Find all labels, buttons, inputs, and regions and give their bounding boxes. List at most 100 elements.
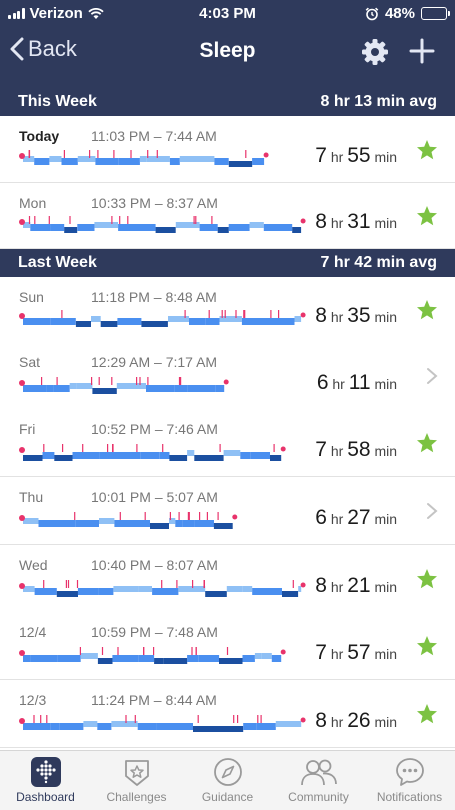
hr-unit: hr — [330, 149, 344, 165]
min-unit: min — [374, 149, 397, 165]
hr-unit: hr — [332, 376, 345, 392]
row-day: Sun — [19, 289, 44, 305]
chat-icon — [395, 758, 424, 786]
gear-icon[interactable] — [361, 38, 389, 66]
sleep-log-row[interactable]: 12/4 10:59 PM – 7:48 AM 7 hr 57 min — [0, 612, 455, 680]
tab-label: Guidance — [201, 790, 254, 804]
section-avg: 8 hr 13 min avg — [320, 93, 438, 110]
goal-met-badge — [416, 568, 438, 595]
duration-minutes: 26 — [347, 709, 371, 732]
sleep-log-row[interactable]: 12/3 11:24 PM – 8:44 AM 8 hr 26 min — [0, 680, 455, 748]
min-unit: min — [374, 646, 397, 662]
row-time-range: 10:59 PM – 7:48 AM — [91, 624, 218, 640]
duration-minutes: 55 — [347, 144, 371, 167]
status-right: 48% — [365, 5, 450, 22]
duration-hours: 6 — [315, 506, 327, 529]
sleep-log-row[interactable]: Sun 11:18 PM – 8:48 AM 8 hr 35 min — [0, 277, 455, 343]
row-time-range: 10:01 PM – 5:07 AM — [91, 489, 218, 505]
alarm-clock-icon — [365, 7, 379, 20]
goal-star-icon — [417, 300, 437, 320]
row-time-range: 11:18 PM – 8:48 AM — [91, 289, 217, 305]
chevron-right-icon — [427, 368, 438, 384]
duration-minutes: 31 — [347, 210, 371, 233]
min-unit: min — [374, 309, 397, 325]
row-day: Mon — [19, 195, 47, 211]
hr-unit: hr — [330, 215, 344, 231]
tab-guidance[interactable]: Guidance — [182, 751, 273, 810]
duration-minutes: 21 — [347, 574, 371, 597]
row-duration: 7 hr 58 min — [315, 438, 397, 462]
sleep-stage-bar — [19, 149, 270, 174]
sleep-log-row[interactable]: Sat 12:29 AM – 7:17 AM 6 hr 11 min — [0, 342, 455, 410]
sleep-stage-bar — [19, 579, 307, 604]
row-day: Today — [19, 128, 60, 144]
row-chevron — [426, 367, 438, 390]
row-chevron — [426, 502, 438, 525]
goal-met-badge — [416, 139, 438, 166]
min-unit: min — [374, 215, 397, 231]
duration-hours: 7 — [315, 641, 327, 664]
sleep-stage-bar — [19, 646, 287, 671]
row-time-range: 11:03 PM – 7:44 AM — [91, 128, 217, 144]
min-unit: min — [374, 579, 397, 595]
row-duration: 7 hr 55 min — [315, 144, 397, 168]
duration-hours: 8 — [315, 574, 327, 597]
row-duration: 8 hr 21 min — [315, 574, 397, 598]
row-day: Sat — [19, 354, 41, 370]
tab-challenges[interactable]: Challenges — [91, 751, 182, 810]
chevron-right-icon — [427, 503, 438, 519]
battery-percent: 48% — [384, 5, 415, 22]
row-day: 12/4 — [19, 624, 47, 640]
section-avg: 7 hr 42 min avg — [320, 254, 438, 271]
row-duration: 8 hr 26 min — [315, 709, 397, 733]
sleep-log-row[interactable]: Thu 10:01 PM – 5:07 AM 6 hr 27 min — [0, 477, 455, 545]
goal-met-badge — [416, 432, 438, 459]
sleep-log-row[interactable]: Fri 10:52 PM – 7:46 AM 7 hr 58 min — [0, 409, 455, 477]
hr-unit: hr — [330, 714, 344, 730]
sleep-log-row[interactable]: Today 11:03 PM – 7:44 AM 7 hr 55 min — [0, 116, 455, 183]
sleep-log-row[interactable]: Wed 10:40 PM – 8:07 AM 8 hr 21 min — [0, 545, 455, 613]
row-time-range: 10:52 PM – 7:46 AM — [91, 421, 218, 437]
goal-met-badge — [416, 703, 438, 730]
row-duration: 8 hr 31 min — [315, 210, 397, 234]
row-duration: 8 hr 35 min — [315, 304, 397, 328]
section-header-last-week: Last Week 7 hr 42 min avg — [0, 249, 455, 277]
row-day: Wed — [19, 557, 48, 573]
section-header-this-week: This Week 8 hr 13 min avg — [0, 88, 455, 116]
row-time-range: 11:24 PM – 8:44 AM — [91, 692, 217, 708]
min-unit: min — [374, 376, 397, 392]
duration-minutes: 35 — [347, 304, 371, 327]
row-day: Thu — [19, 489, 44, 505]
goal-star-icon — [417, 636, 437, 656]
goal-star-icon — [417, 704, 437, 724]
section-title: Last Week — [18, 254, 97, 271]
goal-met-badge — [416, 205, 438, 232]
row-day: Fri — [19, 421, 36, 437]
duration-minutes: 27 — [347, 506, 371, 529]
duration-hours: 6 — [316, 371, 329, 394]
duration-minutes: 57 — [347, 641, 371, 664]
row-duration: 6 hr 11 min — [317, 371, 397, 395]
add-icon[interactable] — [409, 38, 435, 64]
goal-met-badge — [416, 299, 438, 326]
community-icon — [300, 759, 337, 786]
sleep-log-row[interactable]: Mon 10:33 PM – 8:37 AM 8 hr 31 min — [0, 183, 455, 249]
tab-label: Community — [288, 790, 349, 804]
tab-label: Challenges — [106, 790, 167, 804]
status-bar: Verizon 4:03 PM 48% — [0, 0, 455, 26]
tab-notifications[interactable]: Notifications — [364, 751, 455, 810]
hr-unit: hr — [330, 443, 344, 459]
tab-dashboard[interactable]: Dashboard — [0, 751, 91, 810]
sleep-stage-bar — [19, 309, 307, 334]
row-time-range: 12:29 AM – 7:17 AM — [91, 354, 218, 370]
top-bar: Verizon 4:03 PM 48% Back Sleep — [0, 0, 455, 88]
tab-community[interactable]: Community — [273, 751, 364, 810]
duration-minutes: 58 — [347, 438, 371, 461]
sleep-stage-bar — [19, 376, 230, 401]
compass-icon — [213, 758, 242, 786]
dashboard-icon — [30, 757, 61, 787]
hr-unit: hr — [330, 309, 344, 325]
row-time-range: 10:33 PM – 8:37 AM — [91, 195, 218, 211]
min-unit: min — [374, 714, 397, 730]
hr-unit: hr — [330, 579, 344, 595]
